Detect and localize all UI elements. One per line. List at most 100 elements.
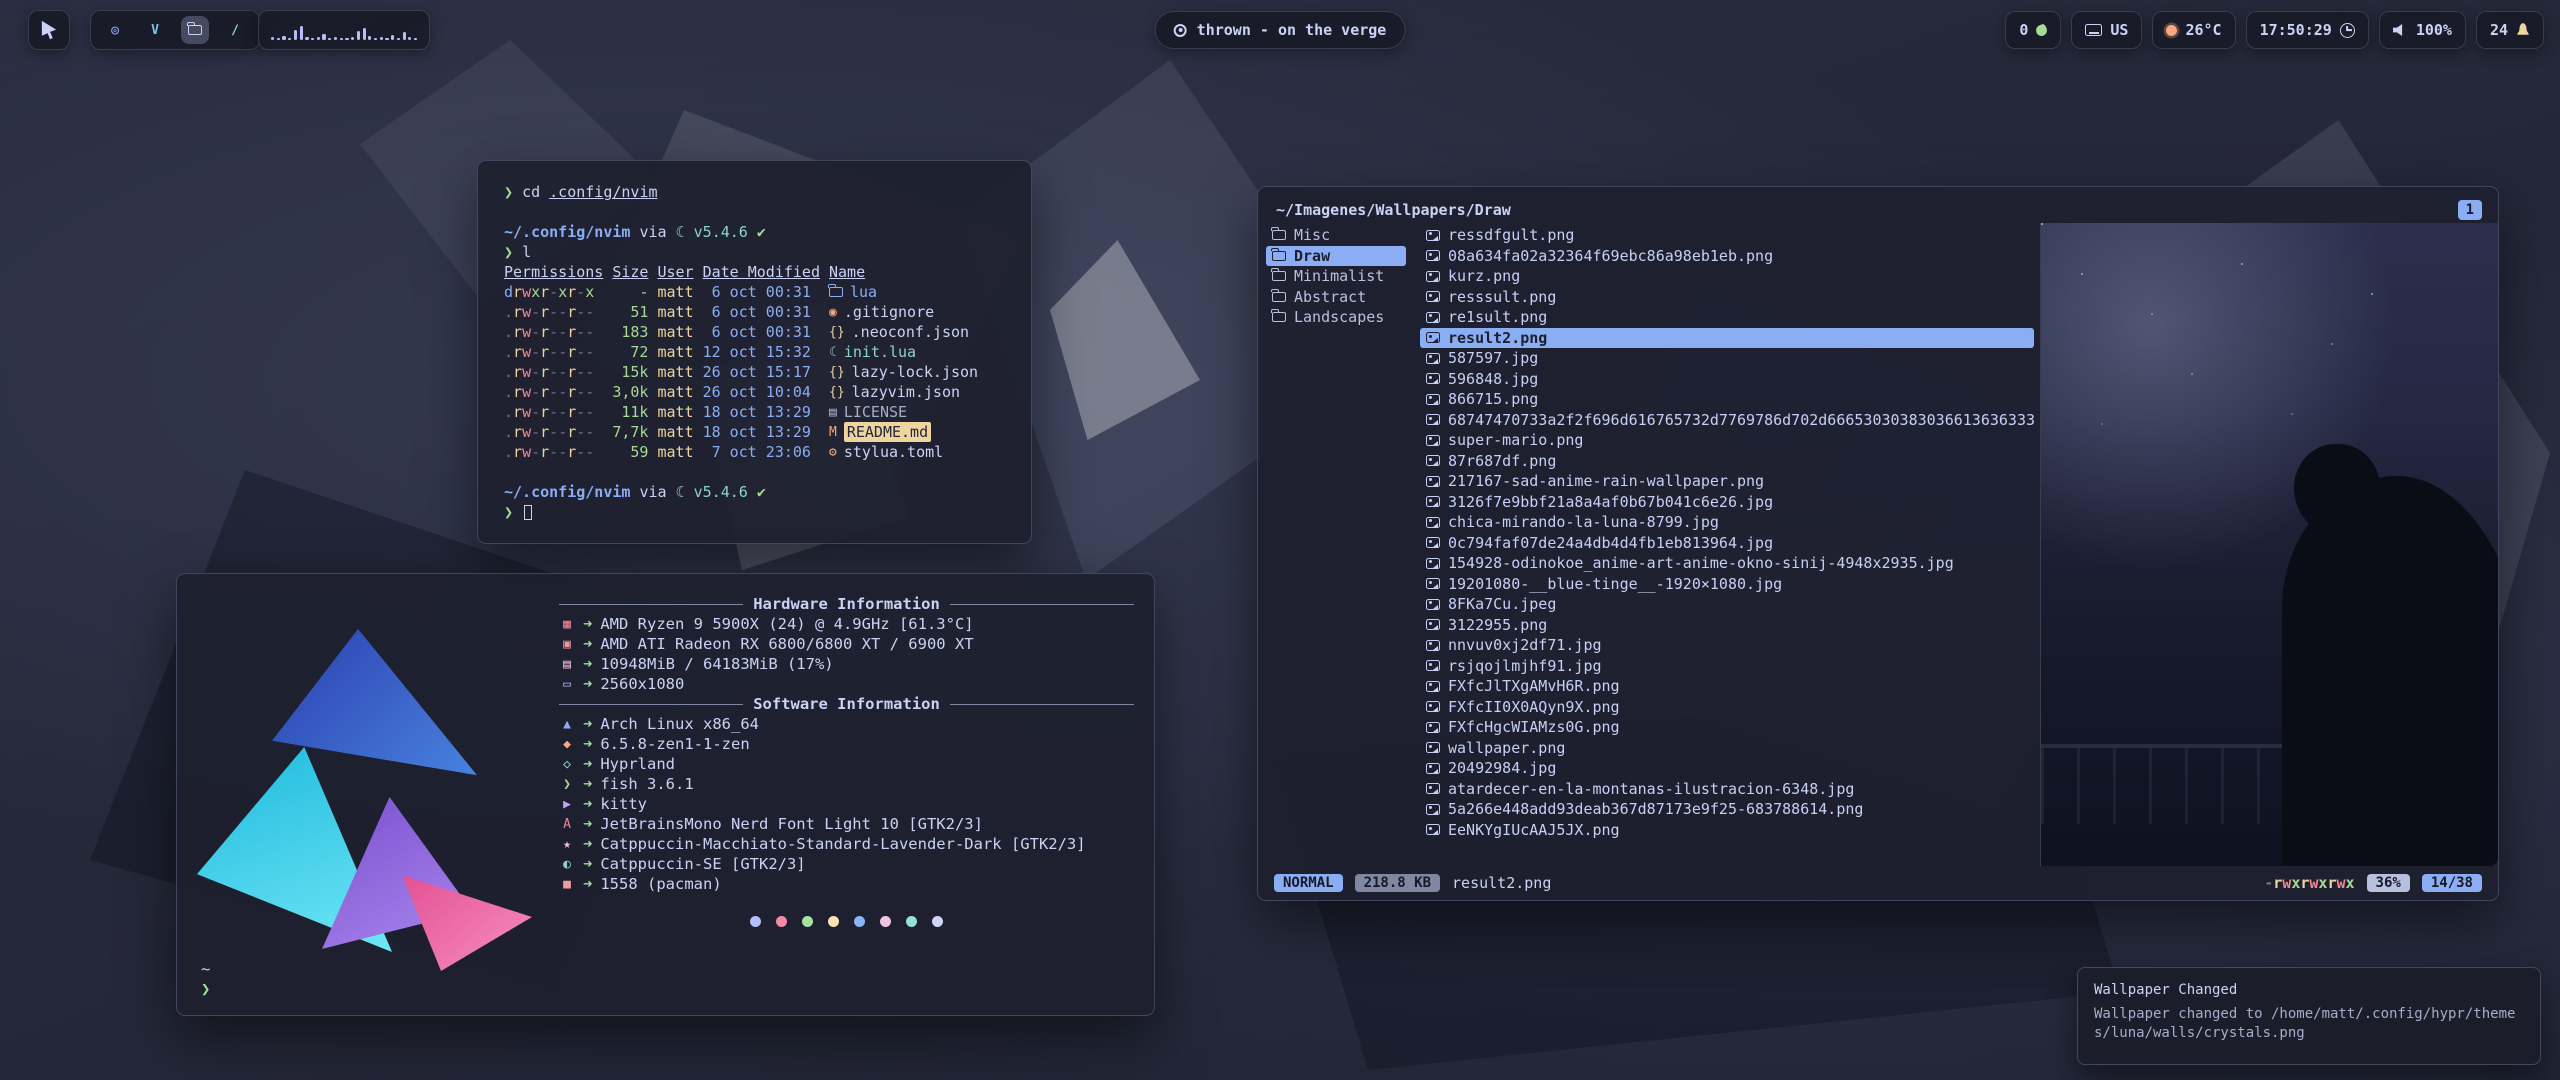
folder-item-abstract[interactable]: Abstract [1266,287,1406,308]
image-icon [1426,312,1440,323]
file-item[interactable]: chica-mirando-la-luna-8799.jpg [1420,512,2034,533]
file-item[interactable]: 20492984.jpg [1420,758,2034,779]
file-manager-header: ~/Imagenes/Wallpapers/Draw 1 [1258,187,2498,223]
temperature-module[interactable]: 26°C [2152,11,2235,49]
ls-row: .rw-r--r--11kmatt18 oct 13:29▤LICENSE [504,402,1005,422]
clock-module[interactable]: 17:50:29 [2246,11,2369,49]
visualizer-module[interactable] [258,10,430,50]
fetch-info-block: Hardware Information ▦➜AMD Ryzen 9 5900X… [559,594,1134,927]
file-item[interactable]: wallpaper.png [1420,738,2034,759]
visualizer-bar [345,38,348,40]
file-item[interactable]: 3122955.png [1420,615,2034,636]
workspace-spiral[interactable]: ◎ [101,16,129,44]
moon-icon: ☾ [829,346,837,359]
file-item[interactable]: 8FKa7Cu.jpeg [1420,594,2034,615]
visualizer-bar [414,38,417,40]
folder-icon [188,25,202,35]
visualizer-bar [300,26,303,40]
keyboard-layout-module[interactable]: US [2071,11,2142,49]
font-icon: A [559,818,575,831]
file-item[interactable]: 3126f7e9bbf21a8a4af0b67b041c6e26.jpg [1420,492,2034,513]
workspace-brush[interactable]: ∕ [221,16,249,44]
ls-row: .rw-r--r--15kmatt26 oct 15:17{}lazy-lock… [504,362,1005,382]
folder-item-draw[interactable]: Draw [1266,246,1406,267]
file-list-column: ressdfgult.png08a634fa02a32364f69ebc86a9… [1410,223,2040,866]
file-item[interactable]: FXfcHgcWIAMzs0G.png [1420,717,2034,738]
volume-module[interactable]: 100% [2379,11,2466,49]
file-item[interactable]: 5a266e448add93deab367d87173e9f25-6837886… [1420,799,2034,820]
workspace-folder[interactable] [181,16,209,44]
file-item[interactable]: FXfcII0X0AQyn9X.png [1420,697,2034,718]
file-item[interactable]: super-mario.png [1420,430,2034,451]
shell-icon: ❯ [559,778,575,791]
folder-icon [1272,292,1286,302]
terminal-window-nvim-config[interactable]: ❯ cd .config/nvim ~/.config/nvim via ☾ v… [477,160,1032,544]
shell-info-line: ❯➜fish 3.6.1 [559,774,1134,794]
clock-value: 17:50:29 [2260,21,2332,39]
json-icon: {} [829,326,845,339]
memory-info-line: ▤➜10948MiB / 64183MiB (17%) [559,654,1134,674]
file-item[interactable]: 217167-sad-anime-rain-wallpaper.png [1420,471,2034,492]
terminal-input-line[interactable]: ❯ [504,502,1005,522]
notification-title: Wallpaper Changed [2094,981,2524,1000]
scroll-percent-badge: 36% [2367,874,2410,892]
file-item[interactable]: FXfcJlTXgAMvH6R.png [1420,676,2034,697]
file-item[interactable]: resssult.png [1420,287,2034,308]
file-item[interactable]: 866715.png [1420,389,2034,410]
folder-item-minimalist[interactable]: Minimalist [1266,266,1406,287]
file-item[interactable]: re1sult.png [1420,307,2034,328]
folder-item-landscapes[interactable]: Landscapes [1266,307,1406,328]
file-item[interactable]: 596848.jpg [1420,369,2034,390]
file-item[interactable]: result2.png [1420,328,2034,349]
active-window-title-module[interactable]: thrown - on the verge [1155,11,1406,49]
visualizer-bar [328,38,331,40]
keyboard-icon [2085,24,2102,36]
ls-row: drwxr-xr-x-matt 6 oct 00:31lua [504,282,1005,302]
visualizer-bar [380,37,383,40]
file-item[interactable]: EeNKYgIUcAAJ5JX.png [1420,820,2034,841]
visualizer-bar [351,37,354,40]
notifications-module[interactable]: 24 [2476,11,2544,49]
image-icon [1426,291,1440,302]
visualizer-bar [357,31,360,40]
file-item[interactable]: 587597.jpg [1420,348,2034,369]
cpu-info-line: ▦➜AMD Ryzen 9 5900X (24) @ 4.9GHz [61.3°… [559,614,1134,634]
file-item[interactable]: kurz.png [1420,266,2034,287]
visualizer-bar [288,38,291,40]
file-item[interactable]: 154928-odinokoe_anime-art-anime-okno-sin… [1420,553,2034,574]
image-icon [1426,681,1440,692]
file-item[interactable]: 68747470733a2f2f696d616765732d7769786d70… [1420,410,2034,431]
file-item[interactable]: rsjqojlmjhf91.jpg [1420,656,2034,677]
file-item[interactable]: 19201080-__blue-tinge__-1920×1080.jpg [1420,574,2034,595]
palette-dot [906,916,917,927]
fetch-prompt[interactable]: ~ ❯ [201,959,210,999]
clock-icon [2340,23,2355,38]
ls-row: .rw-r--r--183matt 6 oct 00:31{}.neoconf.… [504,322,1005,342]
file-item[interactable]: ressdfgult.png [1420,225,2034,246]
notification-popup[interactable]: Wallpaper Changed Wallpaper changed to /… [2077,967,2541,1065]
file-item[interactable]: nnvuv0xj2df71.jpg [1420,635,2034,656]
file-item[interactable]: 08a634fa02a32364f69ebc86a98eb1eb.png [1420,246,2034,267]
visualizer-bar [363,28,366,40]
tab-badge[interactable]: 1 [2458,200,2482,220]
updates-module[interactable]: 0 [2005,11,2061,49]
launcher-button[interactable] [28,10,70,50]
file-manager-window[interactable]: ~/Imagenes/Wallpapers/Draw 1 MiscDrawMin… [1257,186,2499,901]
statusbar-right: -rwxrwxrwx 36% 14/38 [2264,874,2482,892]
visualizer-bar [305,37,308,40]
terminal-color-palette [559,916,1134,927]
visualizer-bar [277,38,280,40]
image-icon [1426,353,1440,364]
palette-dot [776,916,787,927]
file-item[interactable]: 87r687df.png [1420,451,2034,472]
folder-item-misc[interactable]: Misc [1266,225,1406,246]
topbar-right-cluster: 0 US 26°C 17:50:29 100% 24 [2005,11,2544,49]
file-item[interactable]: 0c794faf07de24a4db4d4fb1eb813964.jpg [1420,533,2034,554]
speaker-icon [2393,24,2408,37]
temperature-value: 26°C [2185,21,2221,39]
workspace-v[interactable]: V [141,16,169,44]
file-item[interactable]: atardecer-en-la-montanas-ilustracion-634… [1420,779,2034,800]
palette-dot [750,916,761,927]
workspaces-module[interactable]: ◎ V ∕ [90,10,260,50]
terminal-window-fastfetch[interactable]: Hardware Information ▦➜AMD Ryzen 9 5900X… [176,573,1155,1016]
